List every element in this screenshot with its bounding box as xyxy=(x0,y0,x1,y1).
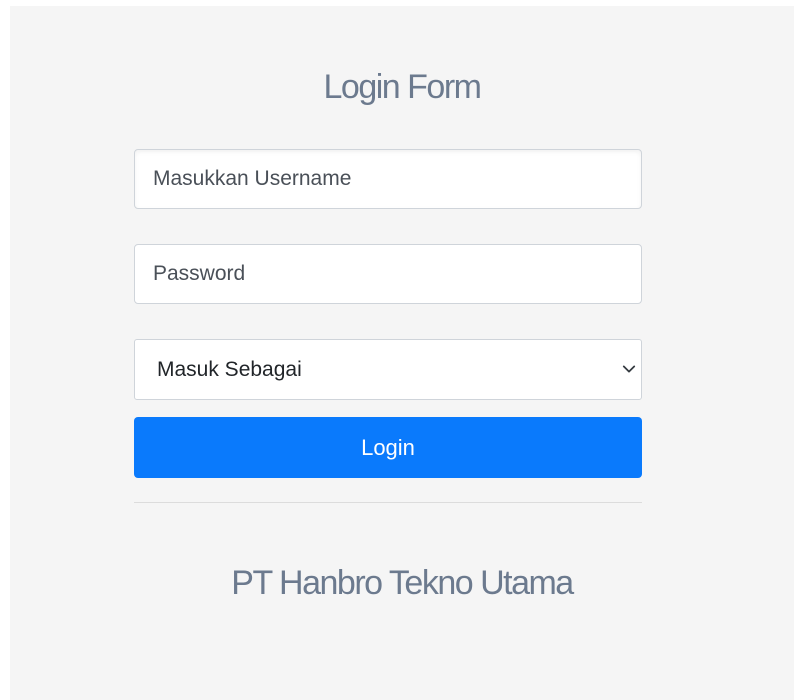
company-name: PT Hanbro Tekno Utama xyxy=(231,564,574,602)
password-input[interactable] xyxy=(134,244,642,304)
username-input[interactable] xyxy=(134,149,642,209)
divider xyxy=(134,502,642,503)
form-title: Login Form xyxy=(323,68,482,106)
login-card: Login Form Masuk Sebagai Login PT Hanbro… xyxy=(10,6,794,700)
role-select[interactable]: Masuk Sebagai xyxy=(135,340,641,399)
role-select-wrapper[interactable]: Masuk Sebagai xyxy=(134,339,642,400)
login-button[interactable]: Login xyxy=(134,417,642,478)
